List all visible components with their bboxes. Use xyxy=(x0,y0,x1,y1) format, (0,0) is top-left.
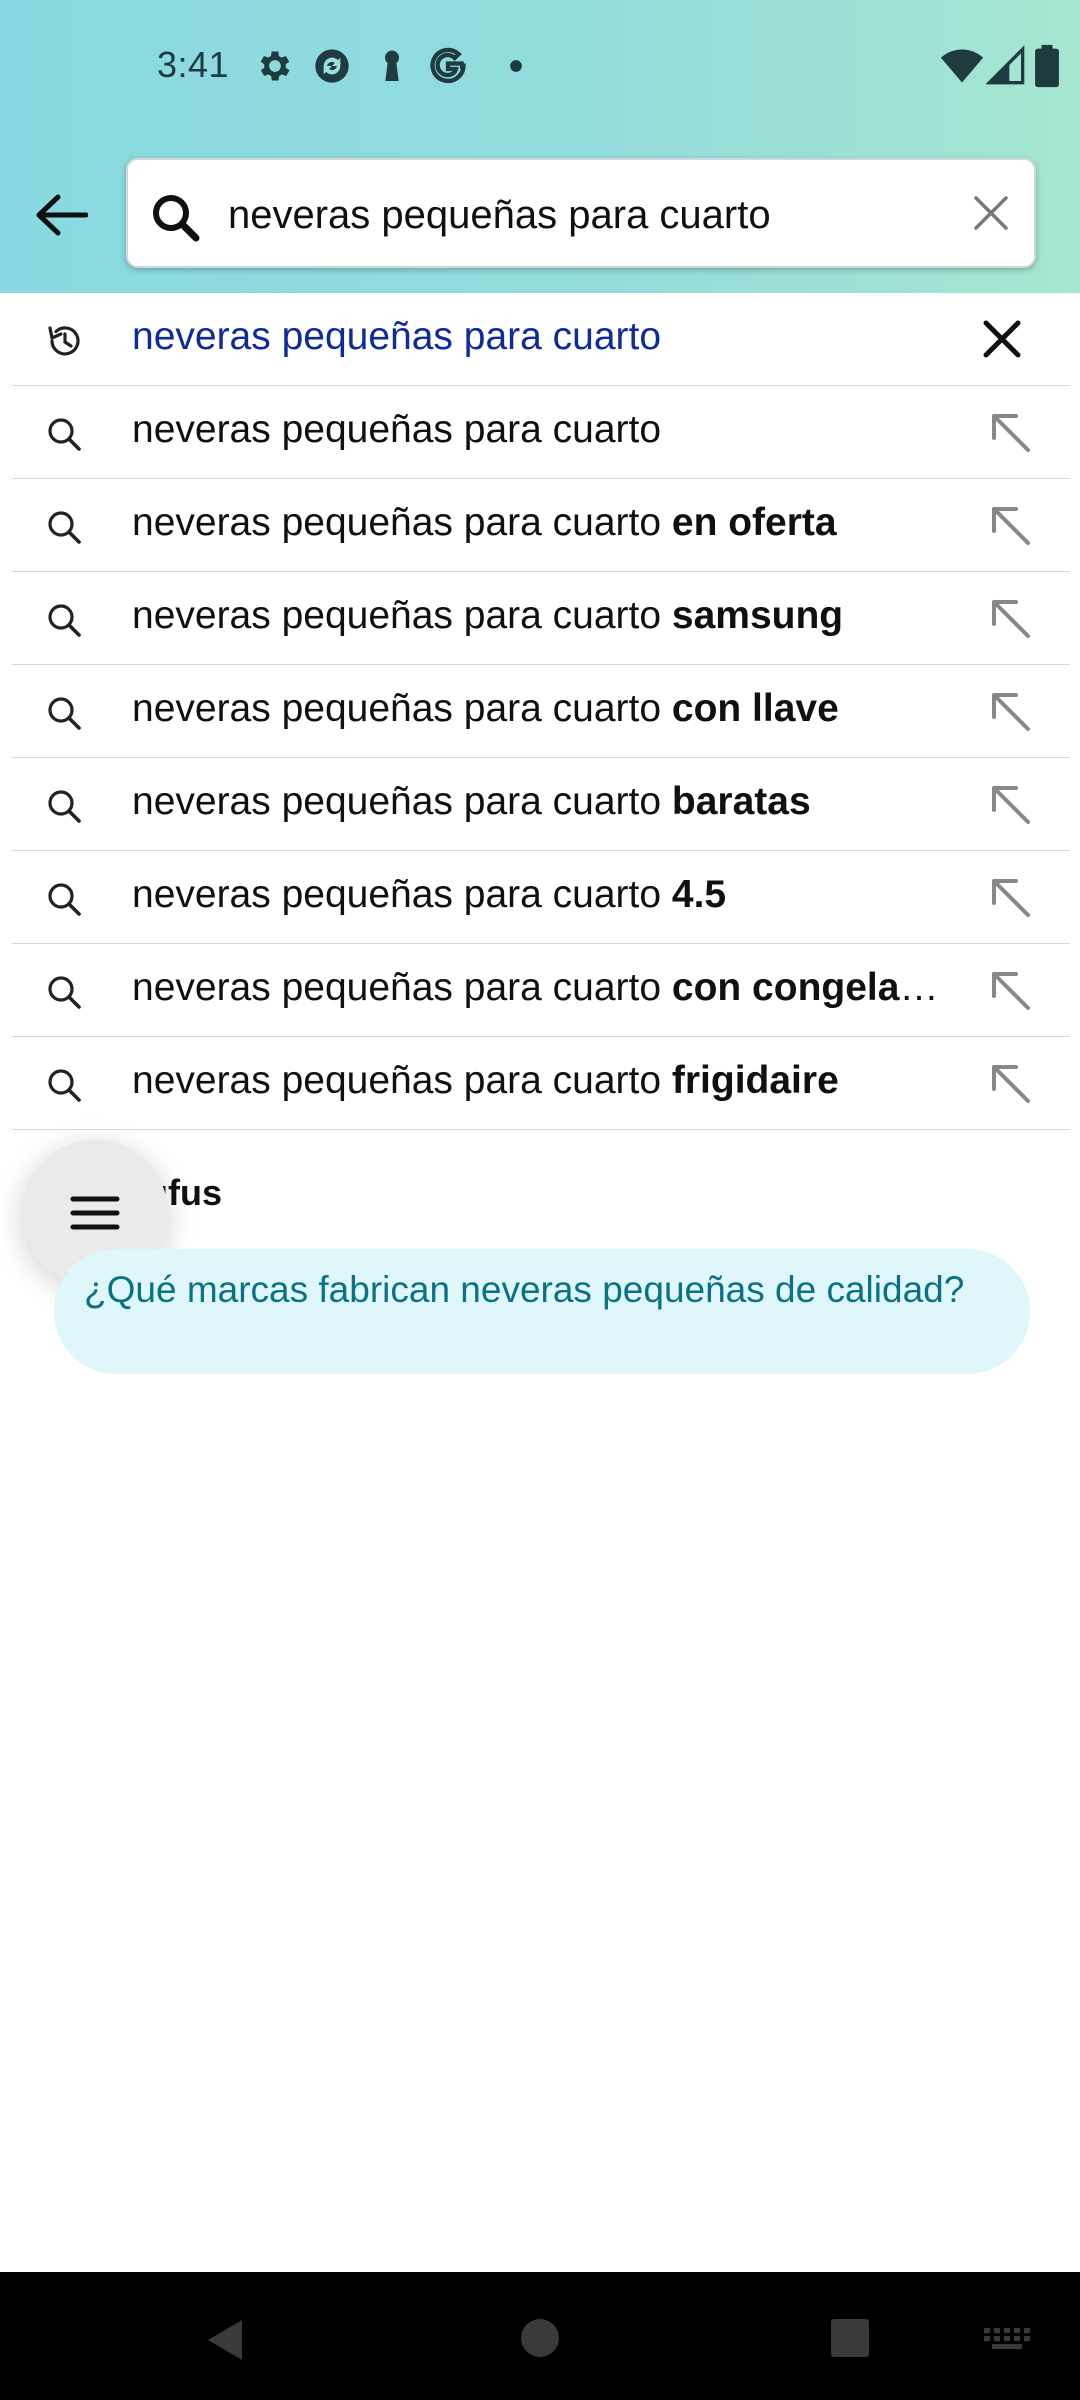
back-button[interactable] xyxy=(28,182,94,248)
suggestion-suffix: frigidaire xyxy=(671,1059,839,1102)
suggestion-text: neveras pequeñas para cuarto con congela… xyxy=(132,966,962,1010)
fill-query-arrow-icon[interactable] xyxy=(986,687,1034,735)
google-icon xyxy=(430,47,466,84)
suggestion-text: neveras pequeñas para cuarto samsung xyxy=(132,594,962,638)
suggestion-suffix: con congelador xyxy=(671,966,962,1009)
signal-icon xyxy=(986,45,1025,85)
suggestion-base: neveras pequeñas para cuarto xyxy=(132,873,662,916)
history-icon xyxy=(48,326,80,356)
suggestion-item[interactable]: neveras pequeñas para cuarto con llave xyxy=(12,665,1070,758)
suggestion-base: neveras pequeñas para cuarto xyxy=(132,501,662,544)
suggestion-suffix: 4.5 xyxy=(671,873,727,916)
gear-icon xyxy=(260,51,290,81)
suggestion-suffix: samsung xyxy=(671,594,844,637)
app-header: 3:41 xyxy=(0,0,1080,293)
fill-query-arrow-icon[interactable] xyxy=(986,966,1034,1014)
suggestion-item[interactable]: neveras pequeñas para cuarto samsung xyxy=(12,572,1070,665)
suggestion-text: neveras pequeñas para cuarto 4.5 xyxy=(132,873,962,917)
suggestion-list: neveras pequeñas para cuarto neveras peq… xyxy=(0,293,1080,1130)
nav-recents-icon[interactable] xyxy=(830,2318,870,2358)
suggestion-item[interactable]: neveras pequeñas para cuarto en oferta xyxy=(12,479,1070,572)
search-icon xyxy=(48,790,81,823)
suggestion-text: neveras pequeñas para cuarto xyxy=(132,408,962,452)
nav-back-icon[interactable] xyxy=(202,2316,246,2364)
suggestion-base: neveras pequeñas para cuarto xyxy=(132,780,662,823)
hamburger-menu-icon xyxy=(70,1196,120,1230)
search-icon xyxy=(48,1069,81,1102)
suggestion-base: neveras pequeñas para cuarto xyxy=(132,1059,662,1102)
fill-query-arrow-icon[interactable] xyxy=(986,873,1034,921)
fill-query-arrow-icon[interactable] xyxy=(986,501,1034,549)
keyhole-icon xyxy=(385,50,399,81)
search-icon xyxy=(48,697,81,730)
suggestion-item[interactable]: neveras pequeñas para cuarto frigidaire xyxy=(12,1037,1070,1130)
status-time: 3:41 xyxy=(157,44,230,85)
search-bar[interactable] xyxy=(126,158,1036,268)
nav-home-icon[interactable] xyxy=(520,2318,560,2358)
fill-query-arrow-icon[interactable] xyxy=(986,1059,1034,1107)
dot-icon xyxy=(510,60,522,72)
suggestion-suffix: baratas xyxy=(671,780,811,823)
rufus-question-chip[interactable]: ¿Qué marcas fabrican neveras pequeñas de… xyxy=(54,1249,1030,1374)
suggestion-item[interactable]: neveras pequeñas para cuarto con congela… xyxy=(12,944,1070,1037)
suggestion-text: neveras pequeñas para cuarto con llave xyxy=(132,687,962,731)
suggestion-base: neveras pequeñas para cuarto xyxy=(132,687,662,730)
remove-history-icon[interactable] xyxy=(980,317,1024,361)
wifi-icon xyxy=(940,49,984,83)
system-nav-bar xyxy=(0,2272,1080,2400)
search-icon xyxy=(48,511,81,544)
fill-query-arrow-icon[interactable] xyxy=(986,594,1034,642)
search-icon xyxy=(48,883,81,916)
battery-icon xyxy=(1035,44,1059,88)
arrow-left-icon xyxy=(36,194,88,236)
search-input[interactable] xyxy=(226,180,880,250)
search-icon xyxy=(48,418,81,451)
suggestion-text: neveras pequeñas para cuarto en oferta xyxy=(132,501,962,545)
search-icon xyxy=(48,604,81,637)
suggestion-item[interactable]: neveras pequeñas para cuarto baratas xyxy=(12,758,1070,851)
suggestion-suffix: en oferta xyxy=(671,501,837,544)
history-item[interactable]: neveras pequeñas para cuarto xyxy=(12,293,1070,386)
suggestion-text: neveras pequeñas para cuarto frigidaire xyxy=(132,1059,962,1103)
status-bar: 3:41 xyxy=(0,0,1080,136)
search-icon xyxy=(48,976,81,1009)
suggestion-base: neveras pequeñas para cuarto xyxy=(132,966,662,1009)
suggestion-suffix: con llave xyxy=(671,687,839,730)
sync-icon xyxy=(315,49,349,83)
history-text: neveras pequeñas para cuarto xyxy=(132,315,662,358)
clear-icon[interactable] xyxy=(970,192,1012,234)
fill-query-arrow-icon[interactable] xyxy=(986,780,1034,828)
suggestion-base: neveras pequeñas para cuarto xyxy=(132,408,662,451)
keyboard-icon[interactable] xyxy=(984,2328,1030,2350)
suggestion-text: neveras pequeñas para cuarto baratas xyxy=(132,780,962,824)
suggestion-base: neveras pequeñas para cuarto xyxy=(132,594,662,637)
search-icon xyxy=(153,195,200,242)
suggestion-item[interactable]: neveras pequeñas para cuarto 4.5 xyxy=(12,851,1070,944)
suggestion-item[interactable]: neveras pequeñas para cuarto xyxy=(12,386,1070,479)
fill-query-arrow-icon[interactable] xyxy=(986,408,1034,456)
